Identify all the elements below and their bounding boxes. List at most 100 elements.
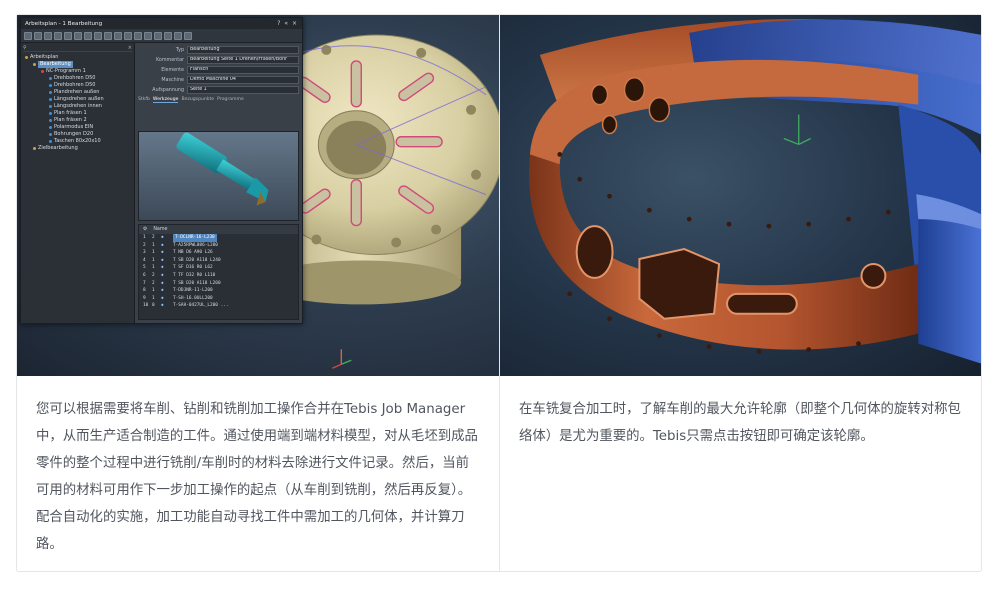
- tool-type-icon: ◆: [161, 257, 164, 263]
- simulate-icon[interactable]: [154, 31, 162, 40]
- edit-icon[interactable]: [54, 31, 62, 40]
- tool-row[interactable]: 4 1 ◆ T SB D20 A118 L240: [139, 257, 298, 265]
- tree-item[interactable]: Zielbearbeitung: [23, 145, 132, 152]
- copy-icon[interactable]: [74, 31, 82, 40]
- property-row: Maschine Demo Maschine 04: [135, 75, 302, 85]
- tool-number: 1: [143, 235, 146, 240]
- checkmark-icon[interactable]: [184, 31, 192, 40]
- save-icon[interactable]: [44, 31, 52, 40]
- close-icon[interactable]: ×: [128, 45, 132, 51]
- property-value-field[interactable]: Demo Maschine 04: [187, 76, 299, 84]
- panel-tab[interactable]: Programme: [217, 97, 244, 103]
- tool-preview: [138, 131, 299, 221]
- cut-icon[interactable]: [64, 31, 72, 40]
- tree-item[interactable]: NC-Programm 1: [23, 68, 132, 75]
- property-label: Typ: [175, 47, 184, 53]
- clock-icon[interactable]: [134, 31, 142, 40]
- tool-list: ⚙ Name 1 2 ◆ T-DCLNR-16-L230 2 1 ◆ T-A25RPWL086…: [138, 224, 299, 320]
- tree-item-label: NC-Programm 1: [46, 68, 86, 74]
- tool-row[interactable]: 1 2 ◆ T-DCLNR-16-L230: [139, 234, 298, 242]
- tool-type-icon: ◆: [161, 303, 164, 309]
- tool-name: T SF D16 R0 L62: [173, 265, 213, 271]
- property-value-field[interactable]: Bearbeitung: [187, 46, 299, 54]
- panel-tab[interactable]: Stkfb: [138, 97, 150, 103]
- tool-list-name-header[interactable]: Name: [153, 227, 167, 232]
- property-value-field[interactable]: Flansch: [187, 66, 299, 74]
- tree-item[interactable]: Längsdrehen innen: [23, 103, 132, 110]
- tree-item[interactable]: Drehbohren D50: [23, 75, 132, 82]
- tree-item-label: Arbeitsplan: [30, 54, 59, 60]
- property-value-field[interactable]: Seite 1: [187, 86, 299, 94]
- tree-item-label: Plandrehen außen: [54, 89, 100, 95]
- card-image-ring-part: [500, 15, 981, 376]
- play-icon[interactable]: [114, 31, 122, 40]
- tool-step: 0: [152, 303, 155, 309]
- tool-name: T-SAH-0427UL_L200 ...: [173, 303, 229, 309]
- tool-number: 5: [143, 265, 146, 271]
- tool-row[interactable]: 5 1 ◆ T SF D16 R0 L62: [139, 264, 298, 272]
- tree-item[interactable]: Plandrehen außen: [23, 89, 132, 96]
- tool-row[interactable]: 2 1 ◆ T-A25RPWL086-L280: [139, 242, 298, 250]
- tool-type-icon: ◆: [161, 288, 164, 294]
- tool-step: 1: [152, 295, 155, 301]
- tool-row[interactable]: 7 2 ◆ T SB D20 A118 L200: [139, 280, 298, 288]
- search-icon[interactable]: ⚲: [23, 45, 27, 51]
- tree-item[interactable]: Drehbohren D50: [23, 82, 132, 89]
- new-icon[interactable]: [24, 31, 32, 40]
- card-description: 您可以根据需要将车削、钻削和铣削加工操作合并在Tebis Job Manager…: [36, 402, 478, 552]
- property-label: Maschine: [161, 77, 184, 83]
- tool-number: 8: [143, 288, 146, 294]
- tree-item-label: Drehbohren D50: [54, 75, 96, 81]
- arrow-icon[interactable]: [104, 31, 112, 40]
- tree-item[interactable]: Plan fräsen 1: [23, 110, 132, 117]
- tool-row[interactable]: 10 0 ◆ T-SAH-0427UL_L200 ...: [139, 302, 298, 310]
- settings-icon[interactable]: [174, 31, 182, 40]
- tree-item-label: Bearbeitung: [38, 61, 73, 68]
- tree-item[interactable]: Bearbeitung: [23, 61, 132, 68]
- tool-row[interactable]: 9 1 ◆ T-SH-16.0ULL200: [139, 295, 298, 303]
- tool-row[interactable]: 3 1 ◆ T NB D6 A90 L26: [139, 249, 298, 257]
- tree-search-bar[interactable]: ⚲ ×: [23, 45, 132, 52]
- tool-step: 1: [152, 288, 155, 294]
- tool-step: 1: [152, 257, 155, 263]
- window-controls[interactable]: ? « ×: [277, 20, 298, 27]
- tool-icon[interactable]: [144, 31, 152, 40]
- gear-icon: [33, 63, 36, 66]
- tree-item[interactable]: Polarmodus EIN: [23, 124, 132, 131]
- report-icon[interactable]: [164, 31, 172, 40]
- tool-type-icon: ◆: [161, 235, 164, 240]
- tree-item-label: Drehbohren D50: [54, 82, 96, 88]
- program-icon: [41, 70, 44, 73]
- property-value-field[interactable]: Bearbeitung Seite 1 Drehen/Fräsen/Bohr: [187, 56, 299, 64]
- tool-type-icon: ◆: [161, 280, 164, 286]
- operation-icon: [49, 119, 52, 122]
- tree-item[interactable]: Taschen 80x20x10: [23, 138, 132, 145]
- panel-tab[interactable]: Bezugspunkte: [181, 97, 214, 103]
- feature-cards: Arbeitsplan - 1 Bearbeitung ? « × ⚲ × Ar…: [16, 14, 982, 572]
- operation-icon: [49, 126, 52, 129]
- sort-icon[interactable]: ⚙: [143, 227, 147, 232]
- tree-item[interactable]: Plan fräsen 2: [23, 117, 132, 124]
- tree-item[interactable]: Längsdrehen außen: [23, 96, 132, 103]
- tool-step: 1: [152, 242, 155, 248]
- folder-icon: [25, 56, 28, 59]
- property-label: Elemente: [161, 67, 184, 73]
- milling-tool-illustration: [176, 132, 269, 206]
- cam-app-window[interactable]: Arbeitsplan - 1 Bearbeitung ? « × ⚲ × Ar…: [20, 17, 303, 324]
- panel-tab[interactable]: Werkzeuge: [152, 97, 179, 103]
- check-icon[interactable]: [124, 31, 132, 40]
- tree-item-label: Plan fräsen 2: [54, 117, 87, 123]
- open-icon[interactable]: [34, 31, 42, 40]
- property-label: Kommentar: [156, 57, 184, 63]
- operation-icon: [49, 98, 52, 101]
- tree-item[interactable]: Bohrungen D20: [23, 131, 132, 138]
- tool-row[interactable]: 8 1 ◆ T-DDJNR-11-L200: [139, 287, 298, 295]
- delete-icon[interactable]: [94, 31, 102, 40]
- tree-item[interactable]: Arbeitsplan: [23, 54, 132, 61]
- operation-icon: [49, 84, 52, 87]
- property-row: Kommentar Bearbeitung Seite 1 Drehen/Fräs…: [135, 55, 302, 65]
- window-titlebar[interactable]: Arbeitsplan - 1 Bearbeitung ? « ×: [21, 18, 302, 29]
- tool-row[interactable]: 6 2 ◆ T TF D32 R0 L110: [139, 272, 298, 280]
- property-row: Aufspannung Seite 1: [135, 85, 302, 95]
- paste-icon[interactable]: [84, 31, 92, 40]
